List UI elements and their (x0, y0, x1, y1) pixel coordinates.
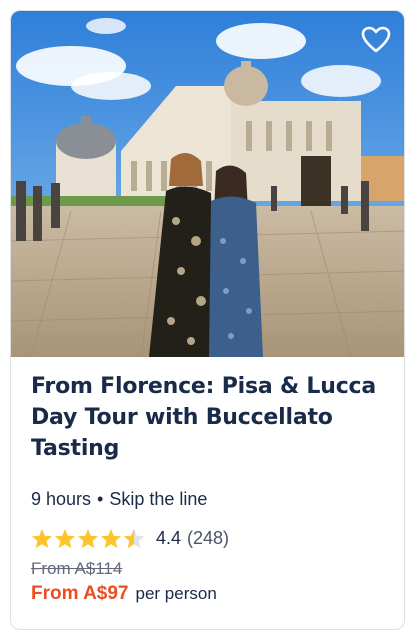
review-count: (248) (187, 528, 230, 548)
activity-meta: 9 hours • Skip the line (31, 488, 391, 510)
rating-value: 4.4 (156, 528, 182, 548)
current-price: From A$97 (31, 583, 129, 604)
activity-photo[interactable] (11, 11, 404, 357)
star-half-icon (123, 528, 145, 549)
star-full-icon (31, 528, 53, 549)
activity-card[interactable]: From Florence: Pisa & Lucca Day Tour wit… (10, 10, 405, 630)
feature-label: Skip the line (109, 489, 208, 509)
duration-label: 9 hours (31, 489, 92, 509)
photo-illustration (11, 11, 404, 357)
rating-row: 4.4 (248) (31, 528, 391, 549)
per-person-label: per person (135, 584, 217, 603)
original-price: From A$114 (31, 559, 123, 578)
heart-outline-icon (361, 26, 391, 52)
meta-separator: • (97, 489, 104, 509)
activity-title[interactable]: From Florence: Pisa & Lucca Day Tour wit… (31, 371, 391, 464)
wishlist-button[interactable] (358, 21, 394, 57)
star-rating (31, 528, 146, 549)
price-row: From A$97 per person (31, 583, 391, 605)
star-full-icon (100, 528, 122, 549)
star-full-icon (54, 528, 76, 549)
star-full-icon (77, 528, 99, 549)
